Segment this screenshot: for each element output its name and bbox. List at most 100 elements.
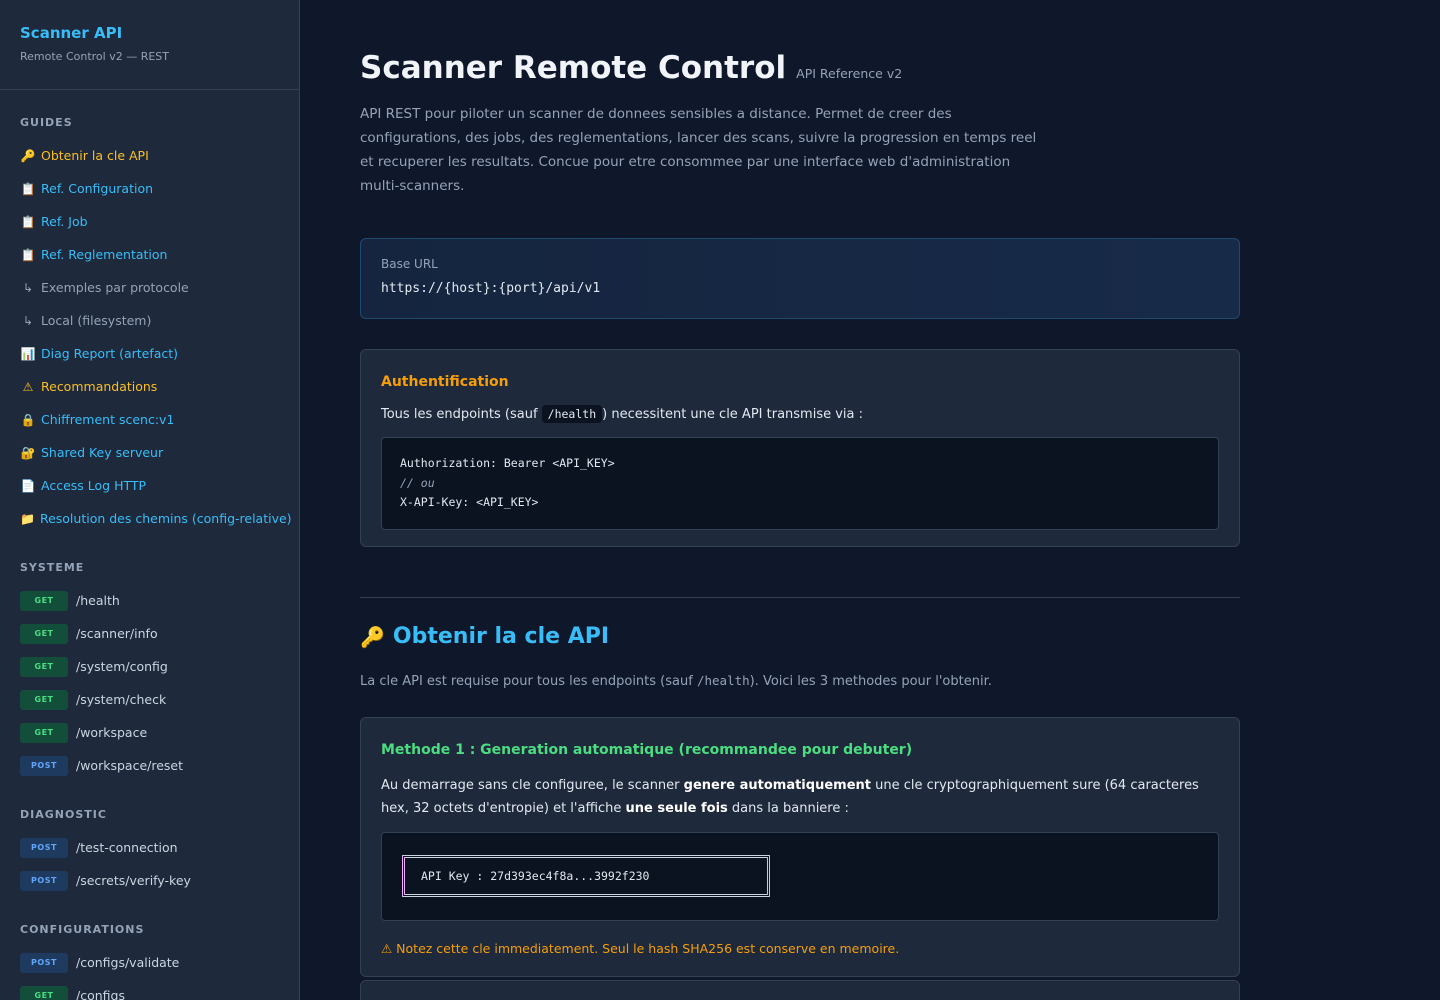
sidebar-guide-item[interactable]: 📄 Access Log HTTP	[0, 469, 299, 502]
page-title: Scanner Remote Control	[360, 50, 787, 86]
sidebar-guide-item[interactable]: 📋 Ref. Reglementation	[0, 238, 299, 271]
sidebar-guide-label: Ref. Configuration	[41, 181, 154, 196]
endpoint-path: /test-connection	[76, 840, 178, 855]
http-method-badge: GET	[20, 623, 68, 644]
endpoint-path: /system/check	[76, 692, 167, 707]
sidebar-guide-label: Chiffrement scenc:v1	[41, 412, 175, 427]
endpoint-path: /health	[76, 593, 120, 608]
main-content: Scanner Remote Control API Reference v2 …	[360, 0, 1240, 977]
method1-text-d: une seule fois	[625, 801, 728, 816]
sidebar-section-guides: GUIDES	[20, 116, 73, 129]
brand-title[interactable]: Scanner API	[20, 24, 279, 42]
desc-code: /health	[696, 673, 750, 688]
sidebar-guide-item[interactable]: ↳ Exemples par protocole	[0, 271, 299, 304]
sidebar-endpoint-item[interactable]: POST/configs/validate	[0, 946, 299, 979]
endpoint-path: /system/config	[76, 659, 168, 674]
api-key-section-desc: La cle API est requise pour tous les end…	[360, 673, 1240, 689]
endpoint-path: /workspace	[76, 725, 148, 740]
brand: Scanner API Remote Control v2 — REST	[0, 0, 299, 90]
desc-before: La cle API est requise pour tous les end…	[360, 674, 697, 689]
next-method-card	[360, 980, 1240, 1000]
brand-subtitle: Remote Control v2 — REST	[20, 50, 169, 63]
auth-inline-code: /health	[541, 405, 603, 423]
sidebar: Scanner API Remote Control v2 — REST GUI…	[0, 0, 300, 1000]
sidebar-guide-item[interactable]: 📋 Ref. Configuration	[0, 172, 299, 205]
method1-text-b: genere automatiquement	[683, 778, 871, 793]
sidebar-guide-label: Ref. Reglementation	[41, 247, 168, 262]
sidebar-endpoint-item[interactable]: GET/configs	[0, 979, 299, 1000]
clipboard-icon: 📋	[20, 181, 36, 196]
sidebar-guide-label: Shared Key serveur	[41, 445, 164, 460]
section-divider	[360, 597, 1240, 598]
base-url-label: Base URL	[381, 257, 438, 271]
sidebar-guide-label: Exemples par protocole	[41, 280, 189, 295]
sidebar-guide-item[interactable]: ↳ Local (filesystem)	[0, 304, 299, 337]
method1-text-e: dans la banniere :	[727, 801, 849, 816]
sidebar-guide-item[interactable]: 🔒 Chiffrement scenc:v1	[0, 403, 299, 436]
sidebar-endpoint-item[interactable]: GET/system/check	[0, 683, 299, 716]
sidebar-section-configurations: CONFIGURATIONS	[20, 923, 145, 936]
sidebar-guide-item[interactable]: 📁 Resolution des chemins (config-relative…	[0, 502, 299, 535]
http-method-badge: GET	[20, 985, 68, 1000]
configurations-list: POST/configs/validate GET/configs	[0, 946, 299, 1000]
auth-card: Authentification Tous les endpoints (sau…	[360, 349, 1240, 547]
api-version-label: API Reference v2	[796, 66, 903, 81]
sidebar-endpoint-item[interactable]: GET/system/config	[0, 650, 299, 683]
sidebar-endpoint-item[interactable]: GET/workspace	[0, 716, 299, 749]
auth-text-after: ) necessitent une cle API transmise via …	[602, 407, 864, 422]
intro-paragraph: API REST pour piloter un scanner de donn…	[360, 106, 1037, 194]
http-method-badge: GET	[20, 722, 68, 743]
http-method-badge: GET	[20, 590, 68, 611]
api-key-section-title: Obtenir la cle API	[392, 624, 610, 649]
sidebar-guide-label: Recommandations	[41, 379, 158, 394]
warning-icon: ⚠	[22, 379, 34, 394]
method1-text: Au demarrage sans cle configuree, le sca…	[381, 774, 1219, 820]
http-method-badge: GET	[20, 689, 68, 710]
method1-warning: ⚠ Notez cette cle immediatement. Seul le…	[381, 941, 900, 956]
auth-title: Authentification	[381, 374, 509, 390]
sidebar-guide-label: Local (filesystem)	[41, 313, 152, 328]
sidebar-guide-item[interactable]: 📋 Ref. Job	[0, 205, 299, 238]
sidebar-endpoint-item[interactable]: GET/health	[0, 584, 299, 617]
sidebar-section-diagnostic: DIAGNOSTIC	[20, 808, 107, 821]
banner-code-block: API Key : 27d393ec4f8a...3992f230	[381, 832, 1219, 921]
api-key-section-heading: 🔑 Obtenir la cle API	[360, 624, 1240, 649]
sidebar-guide-item[interactable]: 📊 Diag Report (artefact)	[0, 337, 299, 370]
sidebar-endpoint-item[interactable]: POST/secrets/verify-key	[0, 864, 299, 897]
sidebar-guide-item[interactable]: 🔑 Obtenir la cle API	[0, 139, 299, 172]
api-key-banner: API Key : 27d393ec4f8a...3992f230	[402, 855, 770, 897]
base-url-card: Base URL https://{host}:{port}/api/v1	[360, 238, 1240, 319]
key-icon: 🔑	[360, 624, 385, 649]
endpoint-path: /workspace/reset	[76, 758, 184, 773]
sidebar-endpoint-item[interactable]: GET/scanner/info	[0, 617, 299, 650]
sidebar-guide-label: Access Log HTTP	[41, 478, 147, 493]
page-header: Scanner Remote Control API Reference v2	[360, 50, 1240, 86]
auth-text-before: Tous les endpoints (sauf	[381, 407, 542, 422]
code-line-bearer: Authorization: Bearer <API_KEY>	[400, 456, 615, 470]
sub-arrow-icon: ↳	[22, 313, 34, 328]
code-line-api-key: X-API-Key: <API_KEY>	[400, 495, 539, 509]
code-line-comment: // ou	[400, 475, 435, 490]
diagnostic-list: POST/test-connection POST/secrets/verify-…	[0, 831, 299, 897]
method1-text-a: Au demarrage sans cle configuree, le sca…	[381, 778, 684, 793]
method1-card: Methode 1 : Generation automatique (reco…	[360, 717, 1240, 977]
key-icon: 🔑	[20, 148, 36, 163]
sidebar-guide-item[interactable]: 🔐 Shared Key serveur	[0, 436, 299, 469]
method1-title: Methode 1 : Generation automatique (reco…	[381, 742, 913, 758]
clipboard-icon: 📋	[20, 214, 36, 229]
systeme-list: GET/health GET/scanner/info GET/system/con…	[0, 584, 299, 782]
endpoint-path: /configs	[76, 988, 125, 1000]
sidebar-endpoint-item[interactable]: POST/workspace/reset	[0, 749, 299, 782]
base-url-value: https://{host}:{port}/api/v1	[381, 281, 601, 296]
sidebar-guide-label: Resolution des chemins (config-relative)	[39, 511, 292, 526]
http-method-badge: POST	[20, 870, 68, 891]
shared-key-icon: 🔐	[20, 445, 36, 460]
sidebar-endpoint-item[interactable]: POST/test-connection	[0, 831, 299, 864]
sidebar-guide-label: Ref. Job	[41, 214, 88, 229]
desc-after: ). Voici les 3 methodes pour l'obtenir.	[749, 674, 992, 689]
sidebar-guide-item[interactable]: ⚠ Recommandations	[0, 370, 299, 403]
http-method-badge: POST	[20, 837, 68, 858]
auth-text: Tous les endpoints (sauf /health) necess…	[381, 404, 1219, 425]
guides-list: 🔑 Obtenir la cle API 📋 Ref. Configuration 📋 R…	[0, 139, 299, 535]
clipboard-icon: 📋	[20, 247, 36, 262]
